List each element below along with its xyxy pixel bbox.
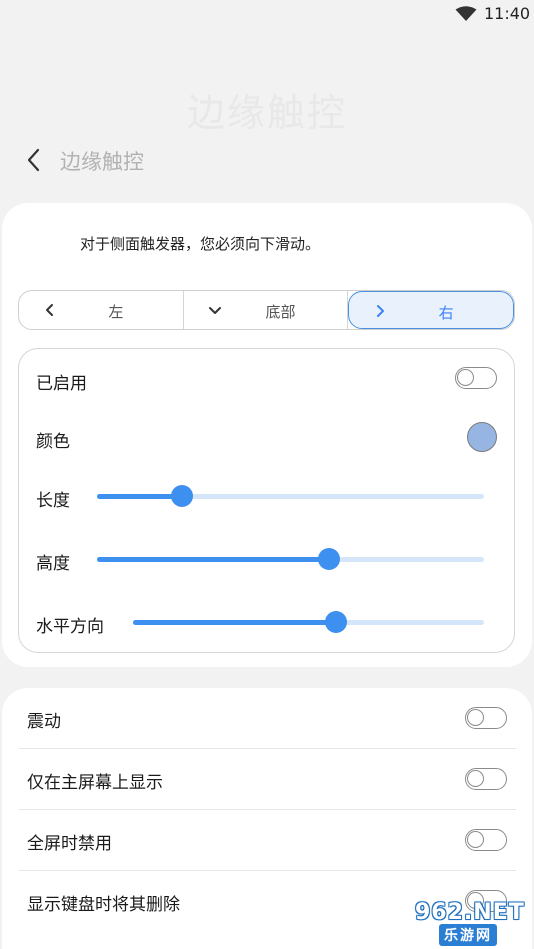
option-vibration[interactable]: 震动 [19,688,516,749]
toggle-knob [457,369,474,386]
height-slider[interactable] [97,548,484,570]
slider-thumb[interactable] [318,548,341,570]
position-left-button[interactable]: 左 [19,291,184,329]
position-bottom-button[interactable]: 底部 [184,291,349,329]
horizontal-slider[interactable] [133,611,484,633]
color-swatch-button[interactable] [467,422,497,452]
instruction-text: 对于侧面触发器，您必须向下滑动。 [80,235,321,253]
option-label: 震动 [27,712,61,732]
page-title: 边缘触控 [60,150,144,174]
horizontal-label: 水平方向 [36,617,104,637]
option-disable-fullscreen[interactable]: 全屏时禁用 [19,810,516,871]
slider-thumb[interactable] [324,611,347,633]
option-label: 显示键盘时将其删除 [27,895,180,915]
watermark-logo: 962.NET 乐游网 [395,900,531,946]
wifi-icon [455,6,477,21]
height-label: 高度 [36,554,70,574]
status-bar: 11:40 [0,0,534,30]
slider-fill [133,620,336,625]
position-selector: 左 底部 右 [18,290,515,330]
watermark-text: 962.NET [415,900,525,925]
home-only-toggle[interactable] [465,768,507,790]
toggle-knob [467,831,484,848]
page-large-title: 边缘触控 [186,91,347,135]
length-slider[interactable] [97,485,484,507]
length-label: 长度 [36,491,70,511]
enabled-toggle[interactable] [455,367,497,389]
toggle-knob [467,709,484,726]
option-home-only[interactable]: 仅在主屏幕上显示 [19,749,516,810]
position-right-label: 右 [438,304,454,322]
slider-thumb[interactable] [171,485,194,507]
option-label: 仅在主屏幕上显示 [27,773,163,793]
slider-fill [97,494,183,499]
vibration-toggle[interactable] [465,707,507,729]
back-button[interactable] [22,146,46,174]
chevron-left-icon [27,148,40,172]
color-label: 颜色 [36,432,70,452]
edge-panel-card: 对于侧面触发器，您必须向下滑动。 左 底部 右 已启用 颜色 长度 高度 水平方… [2,203,532,667]
watermark-subtext: 乐游网 [439,924,497,946]
position-left-label: 左 [108,303,124,321]
disable-fullscreen-toggle[interactable] [465,829,507,851]
toggle-knob [467,770,484,787]
position-bottom-label: 底部 [265,303,296,321]
handle-settings-box: 已启用 颜色 长度 高度 水平方向 [18,348,515,653]
slider-fill [97,557,330,562]
app-bar: 边缘触控 [0,140,534,180]
clock: 11:40 [484,4,531,23]
enabled-label: 已启用 [36,374,87,394]
option-label: 全屏时禁用 [27,834,112,854]
position-right-button[interactable]: 右 [348,291,514,329]
